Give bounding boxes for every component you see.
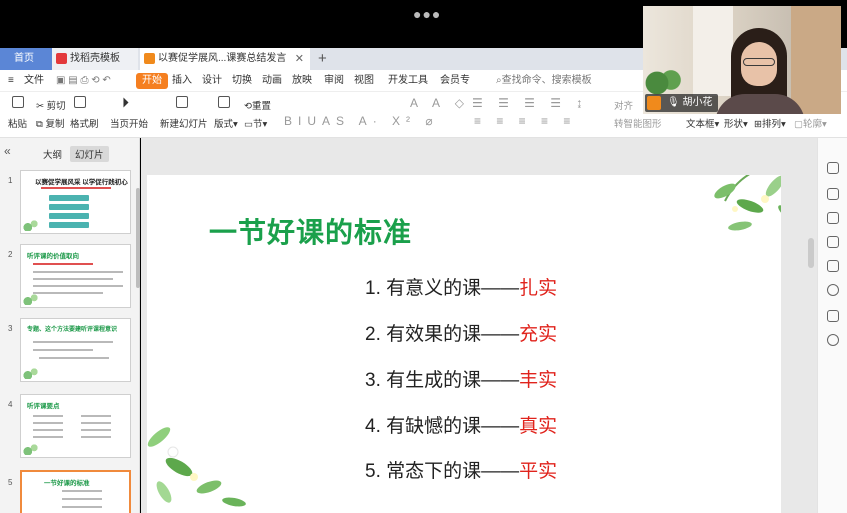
slide-title: 一节好课的标准: [209, 217, 413, 248]
standard-item: 3. 有生成的课——丰实: [365, 370, 558, 391]
slide-number: 2: [8, 250, 13, 259]
reset-button[interactable]: ⟲重置: [244, 98, 271, 112]
tab-outline[interactable]: 大纲: [38, 146, 67, 162]
paste-button[interactable]: [12, 96, 24, 108]
new-slide-icon[interactable]: [176, 96, 188, 108]
slide-number: 3: [8, 324, 13, 333]
slide-thumbnail-3[interactable]: 专题、这个方法要建听评课程意识: [20, 318, 131, 382]
right-tool-panel: [817, 138, 847, 513]
slide-thumbnail-2[interactable]: 听评课的价值取向: [20, 244, 131, 308]
paragraph-icons[interactable]: ☰ ☰ ☰ ☰ ↨: [472, 96, 588, 110]
textbox-button[interactable]: 文本框▾: [686, 116, 719, 130]
format-painter-button[interactable]: 格式刷: [70, 116, 99, 130]
menu-insert[interactable]: 插入: [172, 70, 192, 92]
standard-item: 5. 常态下的课——平实: [365, 461, 558, 482]
screen: ●●● 首页 找稻壳模板 以赛促学展风...课赛总结发言 ✕ + ≡ 文件 ▣ …: [0, 0, 847, 513]
presentation-icon: [144, 53, 155, 64]
menu-review[interactable]: 审阅: [324, 70, 344, 92]
properties-icon[interactable]: [827, 188, 839, 200]
cut-button[interactable]: ✂ 剪切: [36, 98, 66, 112]
menu-file[interactable]: 文件: [24, 70, 44, 92]
canvas-scrollbar[interactable]: [808, 238, 814, 268]
participant-name: 胡小花: [682, 97, 713, 108]
style-icon[interactable]: [827, 162, 839, 174]
layout-icon[interactable]: [218, 96, 230, 108]
section-button[interactable]: ▭节▾: [244, 116, 267, 130]
participant-name-tag: 🎙 胡小花: [645, 94, 719, 112]
font-format-icons[interactable]: BIUAS A· X² ⌀: [284, 114, 439, 128]
standard-item: 1. 有意义的课——扎实: [365, 278, 558, 299]
video-feed: 🎙 胡小花: [643, 6, 841, 114]
paste-icon: [12, 96, 24, 108]
font-size-icons[interactable]: A A ◇: [410, 96, 470, 110]
slide-thumbnail-5[interactable]: 一节好课的标准: [20, 470, 131, 513]
convert-smartart-button[interactable]: 转智能图形: [614, 116, 662, 130]
current-slide[interactable]: 一节好课的标准 1. 有意义的课——扎实 2. 有效果的课——充实 3. 有生成…: [147, 175, 781, 513]
play-from-current-button[interactable]: 当页开始: [110, 116, 148, 130]
slide-number: 1: [8, 176, 13, 185]
leaf-decoration-icon: [23, 293, 39, 305]
format-painter-icon[interactable]: [74, 96, 86, 108]
book-icon[interactable]: [827, 310, 839, 322]
leaf-decoration-icon: [23, 219, 39, 231]
collapse-panel-icon[interactable]: «: [4, 144, 11, 158]
more-icon[interactable]: ●●●: [413, 6, 441, 22]
outline-button[interactable]: ▢轮廓▾: [794, 116, 827, 130]
flower-decoration-icon: [714, 175, 781, 231]
slide-canvas: 一节好课的标准 1. 有意义的课——扎实 2. 有效果的课——充实 3. 有生成…: [141, 138, 817, 513]
menu-icon[interactable]: ≡: [8, 70, 14, 92]
close-icon[interactable]: ✕: [295, 48, 304, 70]
wps-icon: [56, 53, 67, 64]
quick-access-icons[interactable]: ▣ ▤ ⎙ ⟲ ↶: [56, 70, 111, 92]
image-icon[interactable]: [827, 260, 839, 272]
animation-icon[interactable]: [827, 212, 839, 224]
align-icons[interactable]: ≡ ≡ ≡ ≡ ≡: [474, 114, 576, 128]
help-icon[interactable]: [827, 334, 839, 346]
layout-button[interactable]: 版式▾: [214, 116, 238, 130]
mic-icon: 🎙: [667, 97, 680, 108]
tab-slides[interactable]: 幻灯片: [70, 146, 109, 162]
new-slide-button[interactable]: 新建幻灯片: [160, 116, 208, 130]
flower-decoration-icon: [147, 427, 246, 507]
menu-member[interactable]: 会员专: [440, 70, 470, 92]
tab-document[interactable]: 以赛促学展风...课赛总结发言 ✕: [140, 48, 310, 70]
panel-scrollbar[interactable]: [136, 188, 140, 288]
menu-design[interactable]: 设计: [202, 70, 222, 92]
menu-transition[interactable]: 切换: [232, 70, 252, 92]
standard-item: 2. 有效果的课——充实: [365, 324, 558, 345]
copy-button[interactable]: ⧉ 复制: [36, 116, 64, 130]
transition-icon[interactable]: [827, 236, 839, 248]
leaf-decoration-icon: [23, 443, 39, 455]
new-tab-button[interactable]: +: [318, 48, 327, 70]
avatar-icon: [647, 96, 661, 110]
slide-panel: « 大纲 幻灯片 1 以赛促学展风采 以学促行践初心 2 听评课的价值取向 3 …: [0, 138, 140, 513]
tab-templates[interactable]: 找稻壳模板: [52, 48, 138, 70]
paste-label[interactable]: 粘贴: [8, 116, 27, 130]
menu-view[interactable]: 视图: [354, 70, 374, 92]
align-text-button[interactable]: 对齐: [614, 98, 633, 112]
arrange-button[interactable]: ⊞排列▾: [754, 116, 786, 130]
command-search[interactable]: ⌕查找命令、搜索模板: [496, 70, 592, 92]
location-icon[interactable]: [827, 284, 839, 296]
menu-developer[interactable]: 开发工具: [388, 70, 428, 92]
shape-button[interactable]: 形状▾: [724, 116, 748, 130]
menu-slideshow[interactable]: 放映: [292, 70, 312, 92]
standard-item: 4. 有缺憾的课——真实: [365, 416, 558, 437]
slide-number: 5: [8, 478, 13, 487]
leaf-decoration-icon: [23, 367, 39, 379]
menu-home[interactable]: 开始: [136, 73, 168, 89]
menu-animation[interactable]: 动画: [262, 70, 282, 92]
slide-number: 4: [8, 400, 13, 409]
play-icon[interactable]: ⏵: [122, 94, 129, 111]
slide-thumbnail-4[interactable]: 听评课要点: [20, 394, 131, 458]
tab-home[interactable]: 首页: [0, 48, 52, 70]
slide-thumbnail-1[interactable]: 以赛促学展风采 以学促行践初心: [20, 170, 131, 234]
